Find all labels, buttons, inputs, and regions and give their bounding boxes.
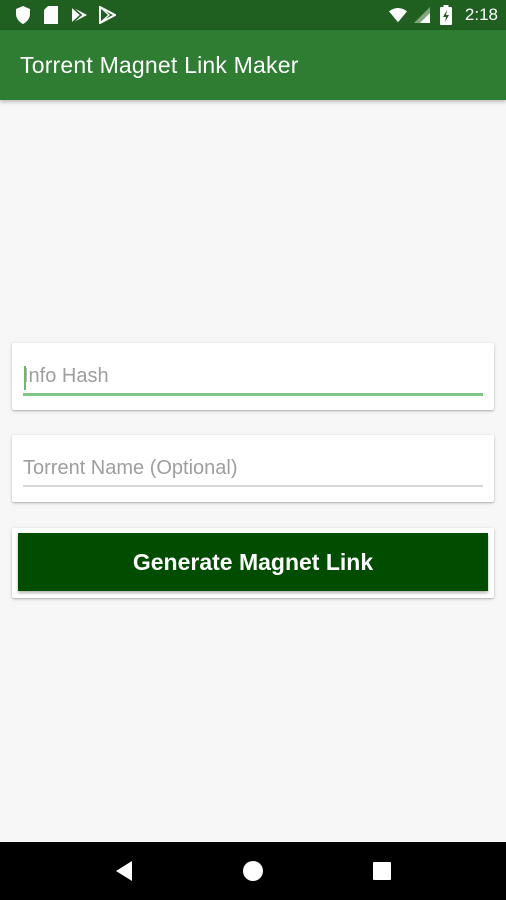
torrent-name-input[interactable] (23, 453, 483, 487)
generate-card: Generate Magnet Link (12, 528, 494, 598)
wifi-icon (388, 6, 407, 24)
back-icon[interactable] (104, 851, 144, 891)
text-cursor (24, 366, 26, 390)
home-icon[interactable] (233, 851, 273, 891)
info-hash-underline (23, 393, 483, 396)
status-bar: 2:18 (0, 0, 506, 30)
app-title: Torrent Magnet Link Maker (20, 51, 299, 78)
generate-magnet-link-button[interactable]: Generate Magnet Link (18, 533, 488, 591)
info-hash-card (12, 343, 494, 410)
torrent-name-underline (23, 485, 483, 487)
shield-icon (14, 6, 32, 24)
status-time: 2:18 (464, 5, 498, 24)
app-bar: Torrent Magnet Link Maker (0, 30, 506, 100)
play-store-outline-icon (98, 6, 116, 24)
notification-icons (14, 6, 116, 24)
signal-icon (413, 6, 431, 24)
play-store-icon (70, 6, 88, 24)
navigation-bar (0, 842, 506, 900)
system-icons: 2:18 (388, 5, 498, 25)
sd-card-icon (42, 6, 60, 24)
recents-icon[interactable] (362, 851, 402, 891)
info-hash-input[interactable] (23, 361, 483, 395)
battery-icon (437, 5, 455, 25)
torrent-name-card (12, 435, 494, 502)
